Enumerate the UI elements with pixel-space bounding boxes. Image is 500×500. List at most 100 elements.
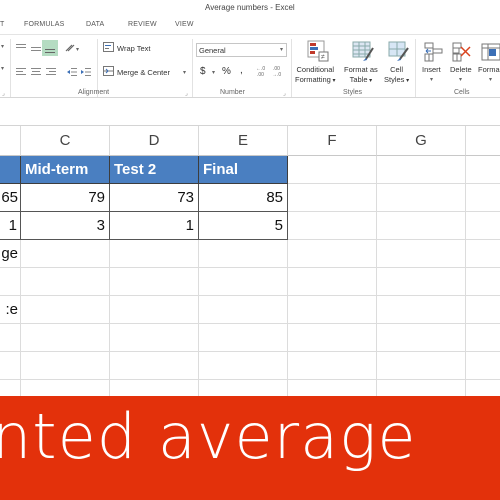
chevron-down-icon[interactable]: ▾ <box>430 76 433 83</box>
number-format-dropdown[interactable]: General ▾ <box>196 43 287 57</box>
dialog-launcher-icon[interactable]: ⌟ <box>2 90 5 97</box>
cell[interactable] <box>21 296 110 324</box>
chevron-down-icon[interactable]: ▾ <box>489 76 492 83</box>
tab-layout[interactable]: T <box>0 21 4 28</box>
dialog-launcher-icon[interactable]: ⌟ <box>185 90 188 97</box>
cell[interactable] <box>21 352 110 380</box>
cell-e-header[interactable]: Final <box>199 156 288 184</box>
cell[interactable] <box>199 296 288 324</box>
cell[interactable] <box>466 352 500 380</box>
wrap-text-button[interactable]: Wrap Text <box>117 44 151 53</box>
cell[interactable] <box>288 156 377 184</box>
cell[interactable] <box>0 352 21 380</box>
cell[interactable] <box>199 324 288 352</box>
merge-center-button[interactable]: Merge & Center <box>117 68 170 77</box>
cell-e-score[interactable]: 85 <box>199 184 288 212</box>
chevron-down-icon[interactable]: ▾ <box>459 76 462 83</box>
cell[interactable] <box>466 296 500 324</box>
column-header-d[interactable]: D <box>110 126 199 156</box>
cell[interactable] <box>377 324 466 352</box>
cell[interactable] <box>377 240 466 268</box>
cell-b-header[interactable] <box>0 156 21 184</box>
insert-cells-icon[interactable] <box>424 42 444 62</box>
cell[interactable] <box>199 268 288 296</box>
delete-cells-icon[interactable] <box>452 42 472 62</box>
align-center-icon[interactable] <box>30 67 42 77</box>
tab-review[interactable]: REVIEW <box>128 21 157 28</box>
cell-d-weight[interactable]: 1 <box>110 212 199 240</box>
cell-b-weighted-label[interactable]: e: <box>0 296 21 324</box>
chevron-down-icon[interactable]: ▾ <box>1 65 4 72</box>
tab-view[interactable]: VIEW <box>175 21 194 28</box>
cell[interactable] <box>288 184 377 212</box>
decrease-decimal-icon[interactable]: .00 →.0 <box>272 65 284 77</box>
comma-style-button[interactable]: , <box>240 65 243 76</box>
align-top-icon[interactable] <box>15 43 27 53</box>
cell-b-score[interactable]: 65 <box>0 184 21 212</box>
cell[interactable] <box>110 296 199 324</box>
cell[interactable] <box>288 352 377 380</box>
orientation-icon[interactable]: ▾ <box>65 43 83 53</box>
dialog-launcher-icon[interactable]: ⌟ <box>283 90 286 97</box>
cell-b-average-label[interactable]: ge: <box>0 240 21 268</box>
cell[interactable] <box>21 240 110 268</box>
cell[interactable] <box>21 324 110 352</box>
merge-center-icon[interactable] <box>103 66 115 77</box>
increase-decimal-icon[interactable]: ←.0.00 <box>256 65 268 77</box>
wrap-text-icon[interactable] <box>103 42 115 53</box>
insert-button[interactable]: Insert <box>422 65 441 74</box>
conditional-formatting-button[interactable]: Conditional Formatting ▾ <box>295 65 336 86</box>
cell[interactable] <box>0 324 21 352</box>
cell[interactable] <box>377 184 466 212</box>
column-header-e[interactable]: E <box>199 126 288 156</box>
cell-c-header[interactable]: Mid-term <box>21 156 110 184</box>
cell[interactable] <box>110 268 199 296</box>
column-header-h[interactable] <box>466 126 500 156</box>
tab-formulas[interactable]: FORMULAS <box>24 21 65 28</box>
chevron-down-icon[interactable]: ▾ <box>212 69 215 76</box>
cell[interactable] <box>377 352 466 380</box>
cell[interactable] <box>199 352 288 380</box>
percent-style-button[interactable]: % <box>222 66 231 77</box>
cell-c-score[interactable]: 79 <box>21 184 110 212</box>
cell[interactable] <box>377 156 466 184</box>
conditional-formatting-icon[interactable]: ≠ <box>307 40 329 62</box>
delete-button[interactable]: Delete <box>450 65 472 74</box>
cell[interactable] <box>0 268 21 296</box>
cell-styles-button[interactable]: Cell Styles ▾ <box>384 65 409 86</box>
tab-data[interactable]: DATA <box>86 21 104 28</box>
format-button[interactable]: Forma <box>478 65 500 74</box>
chevron-down-icon[interactable]: ▾ <box>183 69 186 76</box>
cell-e-weight[interactable]: 5 <box>199 212 288 240</box>
cell[interactable] <box>21 268 110 296</box>
cell[interactable] <box>110 352 199 380</box>
cell-d-score[interactable]: 73 <box>110 184 199 212</box>
increase-indent-icon[interactable] <box>80 67 92 77</box>
column-header-f[interactable]: F <box>288 126 377 156</box>
cell[interactable] <box>377 212 466 240</box>
cell[interactable] <box>466 324 500 352</box>
align-middle-icon[interactable] <box>30 43 42 53</box>
chevron-down-icon[interactable]: ▾ <box>1 43 4 50</box>
cell-d-header[interactable]: Test 2 <box>110 156 199 184</box>
cell[interactable] <box>288 268 377 296</box>
formula-bar[interactable] <box>0 98 500 126</box>
cell-styles-icon[interactable] <box>388 40 410 62</box>
cell-b-weight[interactable]: 1 <box>0 212 21 240</box>
cell[interactable] <box>110 240 199 268</box>
format-as-table-icon[interactable] <box>352 40 374 62</box>
cell[interactable] <box>288 296 377 324</box>
cell[interactable] <box>377 296 466 324</box>
column-header-c[interactable]: C <box>21 126 110 156</box>
cell[interactable] <box>466 268 500 296</box>
cell-c-weight[interactable]: 3 <box>21 212 110 240</box>
align-left-icon[interactable] <box>15 67 27 77</box>
cell[interactable] <box>466 212 500 240</box>
cell[interactable] <box>199 240 288 268</box>
decrease-indent-icon[interactable] <box>66 67 78 77</box>
cell[interactable] <box>377 268 466 296</box>
cell[interactable] <box>466 184 500 212</box>
cell[interactable] <box>288 240 377 268</box>
column-header-b[interactable] <box>0 126 21 156</box>
column-header-g[interactable]: G <box>377 126 466 156</box>
